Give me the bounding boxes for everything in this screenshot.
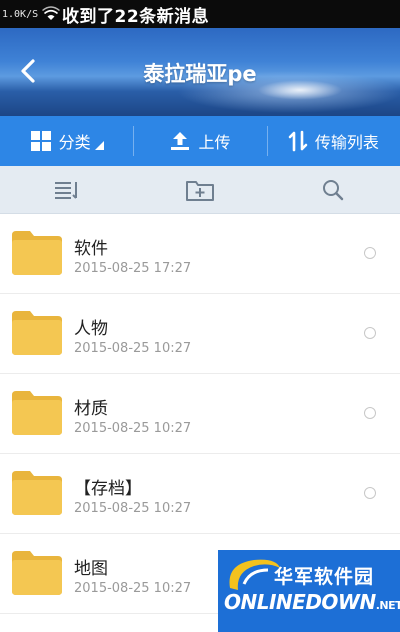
file-name: 人物: [74, 319, 108, 339]
list-item[interactable]: 材质 2015-08-25 10:27: [0, 374, 400, 454]
transfer-label: 传输列表: [314, 133, 379, 152]
sub-toolbar: [0, 166, 400, 214]
transfer-list-button[interactable]: 传输列表: [266, 116, 400, 166]
list-item[interactable]: 人物 2015-08-25 10:27: [0, 294, 400, 374]
category-label: 分类: [58, 133, 91, 152]
dropdown-triangle-icon: [94, 140, 104, 150]
select-radio[interactable]: [364, 407, 376, 419]
brand-name-main: ONLINEDOWN: [224, 590, 376, 614]
network-speed: 1.0K/S: [2, 8, 39, 20]
upload-button[interactable]: 上传: [133, 116, 266, 166]
select-radio[interactable]: [364, 327, 376, 339]
grid-icon: [30, 131, 51, 151]
select-radio[interactable]: [364, 247, 376, 259]
file-date: 2015-08-25 10:27: [74, 581, 192, 596]
upload-label: 上传: [198, 133, 231, 152]
search-icon: [323, 179, 344, 200]
folder-icon: [12, 551, 62, 595]
folder-icon: [12, 471, 62, 515]
page-title: 泰拉瑞亚pe: [143, 62, 257, 86]
list-item[interactable]: 【存档】 2015-08-25 10:27: [0, 454, 400, 534]
category-button[interactable]: 分类: [0, 116, 133, 166]
file-date: 2015-08-25 10:27: [74, 501, 192, 516]
add-folder-icon: [185, 180, 214, 201]
file-date: 2015-08-25 17:27: [74, 261, 192, 276]
watermark-logo: 华军软件园 ONLINEDOWN.NET: [218, 550, 400, 632]
notification-text: 收到了22条新消息: [62, 6, 210, 27]
upload-icon: [171, 132, 190, 150]
action-toolbar: 分类 上传 传输列表: [0, 116, 400, 166]
brand-suffix: .NET: [375, 599, 400, 612]
folder-icon: [12, 311, 62, 355]
file-name: 材质: [74, 399, 108, 419]
status-bar: 1.0K/S 收到了22条新消息: [0, 0, 400, 28]
brand-name-cn: 华军软件园: [274, 566, 375, 588]
header-banner: 泰拉瑞亚pe: [0, 28, 400, 116]
file-date: 2015-08-25 10:27: [74, 421, 192, 436]
list-item[interactable]: 软件 2015-08-25 17:27: [0, 214, 400, 294]
sort-button[interactable]: [0, 166, 133, 213]
file-name: 软件: [74, 239, 108, 259]
wifi-icon: [42, 6, 60, 20]
transfer-arrows-icon: [288, 130, 308, 152]
select-radio[interactable]: [364, 487, 376, 499]
brand-name-en: ONLINEDOWN.NET: [224, 590, 400, 614]
folder-icon: [12, 391, 62, 435]
file-name: 地图: [74, 559, 108, 579]
folder-icon: [12, 231, 62, 275]
new-folder-button[interactable]: [133, 166, 266, 213]
file-date: 2015-08-25 10:27: [74, 341, 192, 356]
search-button[interactable]: [267, 166, 400, 213]
file-name: 【存档】: [74, 479, 142, 499]
sort-list-icon: [54, 181, 77, 199]
